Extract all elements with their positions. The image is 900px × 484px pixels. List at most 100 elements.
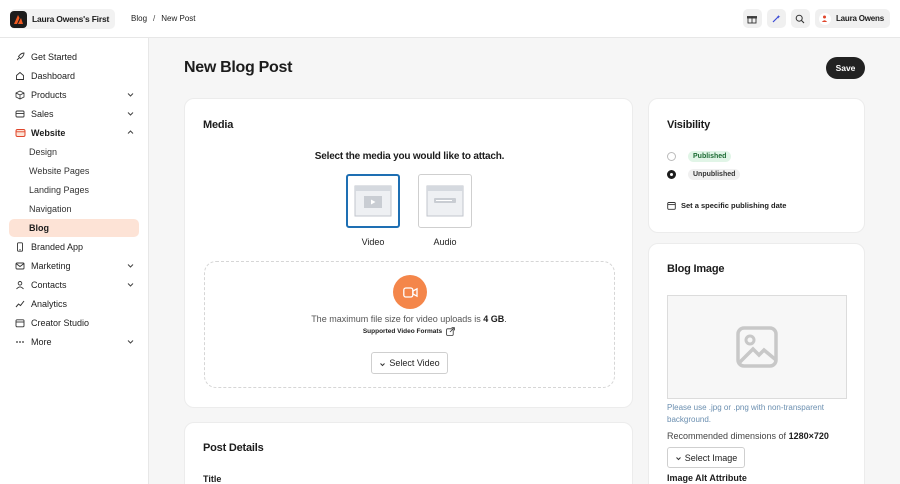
media-option-video-label: Video — [361, 237, 385, 247]
max-size-value: 4 GB — [483, 314, 505, 324]
post-details-card: Post Details Title — [184, 422, 633, 484]
sidebar-subitem-landing-pages[interactable]: Landing Pages — [9, 181, 139, 199]
video-thumbnail-icon — [354, 185, 392, 217]
image-format-note: Please use .jpg or .png with non-transpa… — [667, 403, 824, 424]
published-pill: Published — [688, 151, 732, 162]
external-link-icon — [446, 327, 455, 336]
sidebar: Get Started Dashboard Products Sales Web… — [0, 38, 149, 484]
visibility-card: Visibility Published Unpublished Set a s… — [648, 98, 865, 233]
sidebar-subitem-blog[interactable]: Blog — [9, 219, 139, 237]
sidebar-subitem-navigation[interactable]: Navigation — [9, 200, 139, 218]
chevron-down-icon — [126, 337, 135, 348]
media-option-video[interactable] — [346, 174, 400, 228]
page-title: New Blog Post — [184, 59, 293, 76]
brand-logo — [10, 10, 27, 28]
select-image-button[interactable]: Select Image — [667, 447, 745, 468]
breadcrumb: Blog / New Post — [131, 14, 195, 23]
set-publishing-date[interactable]: Set a specific publishing date — [667, 201, 786, 210]
box-icon — [14, 89, 26, 101]
unpublished-pill: Unpublished — [688, 169, 741, 180]
sidebar-item-label: Get Started — [31, 52, 78, 62]
image-placeholder[interactable] — [667, 295, 847, 399]
user-name: Laura Owens — [835, 14, 884, 23]
breadcrumb-current: New Post — [161, 14, 196, 23]
select-video-label: Select Video — [389, 358, 440, 368]
home-icon — [14, 70, 26, 82]
video-camera-icon — [393, 275, 427, 309]
dimensions-value: 1280×720 — [788, 431, 829, 441]
radio-unpublished[interactable] — [667, 170, 676, 179]
sidebar-item-contacts[interactable]: Contacts — [9, 276, 139, 294]
sidebar-item-more[interactable]: More — [9, 333, 139, 351]
sidebar-item-analytics[interactable]: Analytics — [9, 295, 139, 313]
audio-thumbnail-icon — [426, 185, 464, 217]
media-card: Media Select the media you would like to… — [184, 98, 633, 408]
sidebar-item-label: More — [31, 337, 52, 347]
sidebar-item-label: Branded App — [31, 242, 84, 252]
avatar — [818, 12, 831, 25]
visibility-option-unpublished[interactable]: Unpublished — [667, 169, 741, 180]
blog-image-card: Blog Image Please use .jpg or .png with … — [648, 243, 865, 484]
radio-published[interactable] — [667, 152, 676, 161]
upload-icon — [675, 457, 681, 461]
upload-icon — [380, 362, 386, 366]
sales-icon — [14, 108, 26, 120]
sidebar-item-creator-studio[interactable]: Creator Studio — [9, 314, 139, 332]
sidebar-item-dashboard[interactable]: Dashboard — [9, 67, 139, 85]
sidebar-item-label: Dashboard — [31, 71, 76, 81]
sidebar-item-get-started[interactable]: Get Started — [9, 48, 139, 66]
sidebar-item-branded-app[interactable]: Branded App — [9, 238, 139, 256]
visibility-option-published[interactable]: Published — [667, 151, 732, 162]
sidebar-item-label: Creator Studio — [31, 318, 90, 328]
supported-formats-link[interactable]: Supported Video Formats — [205, 327, 613, 336]
search-icon[interactable] — [790, 9, 810, 28]
image-icon — [736, 326, 778, 368]
media-card-title: Media — [203, 119, 234, 131]
breadcrumb-separator: / — [153, 14, 156, 23]
user-menu[interactable]: Laura Owens — [814, 9, 890, 28]
sidebar-item-label: Sales — [31, 109, 54, 119]
brand-name: Laura Owens's First — [32, 14, 110, 24]
supported-formats-label: Supported Video Formats — [362, 328, 443, 335]
top-bar: Laura Owens's First Blog / New Post Laur… — [0, 0, 900, 38]
more-icon — [14, 336, 26, 348]
phone-icon — [14, 241, 26, 253]
save-button[interactable]: Save — [826, 57, 865, 79]
chevron-up-icon — [126, 128, 135, 139]
image-alt-label: Image Alt Attribute — [667, 473, 747, 483]
sidebar-item-marketing[interactable]: Marketing — [9, 257, 139, 275]
brand-switcher[interactable]: Laura Owens's First — [10, 9, 116, 29]
chevron-down-icon — [126, 280, 135, 291]
sidebar-subitem-design[interactable]: Design — [9, 143, 139, 161]
sidebar-item-label: Contacts — [31, 280, 67, 290]
breadcrumb-blog[interactable]: Blog — [131, 14, 147, 23]
mail-icon — [14, 260, 26, 272]
gift-icon[interactable] — [742, 9, 762, 28]
blog-image-title: Blog Image — [667, 263, 725, 275]
analytics-icon — [14, 298, 26, 310]
video-dropzone[interactable]: The maximum file size for video uploads … — [204, 261, 615, 388]
sidebar-item-sales[interactable]: Sales — [9, 105, 139, 123]
sidebar-subitem-website-pages[interactable]: Website Pages — [9, 162, 139, 180]
sidebar-item-website[interactable]: Website — [9, 124, 139, 142]
sidebar-item-products[interactable]: Products — [9, 86, 139, 104]
set-publishing-date-label: Set a specific publishing date — [681, 201, 787, 210]
sidebar-item-label: Analytics — [31, 299, 68, 309]
sparkle-icon[interactable] — [766, 9, 786, 28]
sidebar-item-label: Marketing — [31, 261, 71, 271]
top-actions: Laura Owens — [742, 9, 890, 28]
website-icon — [14, 127, 26, 139]
media-prompt: Select the media you would like to attac… — [314, 151, 505, 162]
post-details-title: Post Details — [203, 442, 264, 454]
title-field-label: Title — [203, 474, 222, 484]
media-option-audio[interactable] — [418, 174, 472, 228]
sidebar-item-label: Website — [31, 128, 66, 138]
contacts-icon — [14, 279, 26, 291]
select-video-button[interactable]: Select Video — [371, 352, 448, 374]
chevron-down-icon — [126, 261, 135, 272]
sidebar-item-label: Products — [31, 90, 67, 100]
max-size-text: The maximum file size for video uploads … — [311, 314, 507, 324]
chevron-down-icon — [126, 109, 135, 120]
select-image-label: Select Image — [684, 452, 738, 463]
visibility-title: Visibility — [667, 119, 711, 131]
